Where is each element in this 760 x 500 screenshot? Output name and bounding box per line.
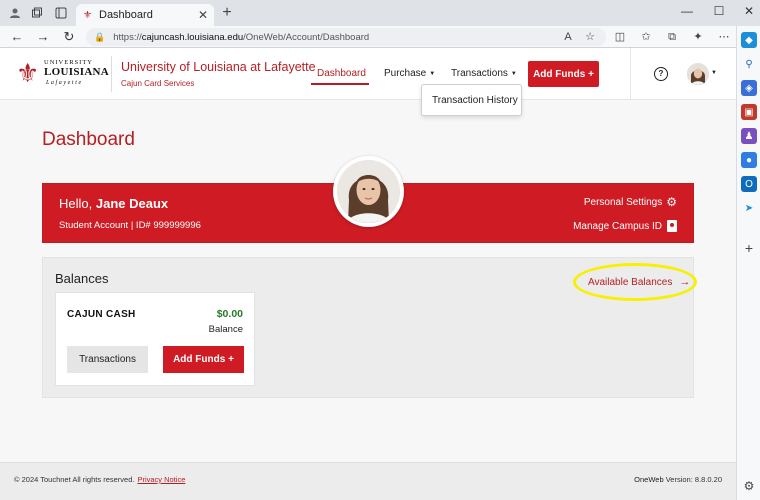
- ul-lafayette-logo[interactable]: ⚜ UNIVERSITY LOUISIANA Lafayette: [16, 58, 109, 90]
- menu-item-transaction-history[interactable]: Transaction History: [432, 95, 518, 106]
- tab-actions-icon[interactable]: [52, 4, 70, 22]
- version-text: Version: 8.8.0.20: [663, 475, 722, 484]
- close-tab-icon[interactable]: ✕: [198, 8, 208, 22]
- back-icon[interactable]: ←: [8, 28, 26, 46]
- nav-active-underline: [311, 83, 369, 85]
- browser-tab-bar: ⚜ Dashboard ✕ + — ☐ ✕: [0, 0, 760, 26]
- user-avatar[interactable]: [687, 63, 709, 85]
- personal-settings-link[interactable]: Personal Settings ⚙: [584, 195, 677, 209]
- nav-purchase-label: Purchase: [384, 68, 427, 79]
- profile-icon[interactable]: [6, 4, 24, 22]
- gear-icon: ⚙: [666, 195, 677, 209]
- browser-sidebar: ◆ ⚲ ◈ ▣ ♟ ● O ➤ + ⚙: [736, 26, 760, 500]
- id-badge-icon: [667, 220, 677, 232]
- header-add-funds-button[interactable]: Add Funds +: [528, 61, 599, 87]
- new-tab-icon[interactable]: +: [218, 4, 236, 22]
- microsoft365-icon[interactable]: ●: [741, 152, 757, 168]
- profile-photo: [333, 156, 404, 227]
- extensions-icon[interactable]: ✦: [690, 29, 706, 45]
- card-transactions-button[interactable]: Transactions: [67, 346, 148, 373]
- help-icon[interactable]: ?: [654, 67, 668, 81]
- card-add-funds-button[interactable]: Add Funds +: [163, 346, 244, 373]
- url-path: /OneWeb/Account/Dashboard: [243, 31, 370, 43]
- url-host: cajuncash.louisiana.edu: [141, 31, 244, 43]
- logo-university-text: UNIVERSITY: [44, 59, 93, 66]
- url-field[interactable]: 🔒 https://cajuncash.louisiana.edu/OneWeb…: [86, 28, 606, 46]
- read-aloud-icon[interactable]: A: [560, 29, 576, 45]
- search-icon[interactable]: ⚲: [741, 56, 757, 72]
- site-title: University of Louisiana at Lafayette: [121, 60, 316, 74]
- logo-louisiana-text: LOUISIANA: [44, 66, 110, 78]
- balances-panel: Balances Available Balances → CAJUN CASH…: [42, 257, 697, 398]
- privacy-notice-link[interactable]: Privacy Notice: [137, 475, 185, 484]
- page-footer: © 2024 Touchnet All rights reserved. Priv…: [0, 462, 736, 500]
- workspaces-icon[interactable]: [28, 4, 46, 22]
- close-window-icon[interactable]: ✕: [734, 2, 760, 20]
- manage-campus-id-link[interactable]: Manage Campus ID: [573, 220, 677, 232]
- add-sidebar-app-icon[interactable]: +: [741, 240, 757, 256]
- nav-dashboard[interactable]: Dashboard: [317, 68, 366, 79]
- forward-icon[interactable]: →: [34, 28, 52, 46]
- site-header: ⚜ UNIVERSITY LOUISIANA Lafayette Univers…: [0, 48, 736, 100]
- header-divider: [630, 48, 631, 100]
- user-menu-caret-icon[interactable]: ▼: [711, 70, 717, 76]
- url-prefix: https://: [113, 31, 142, 43]
- minimize-icon[interactable]: —: [672, 2, 702, 20]
- greeting-prefix: Hello,: [59, 196, 96, 211]
- ul-favicon-icon: ⚜: [83, 9, 92, 21]
- menu-dots-icon[interactable]: ⋯: [716, 29, 732, 45]
- split-screen-icon[interactable]: ◫: [612, 29, 628, 45]
- games-icon[interactable]: ♟: [741, 128, 757, 144]
- footer-copyright: © 2024 Touchnet All rights reserved. Priv…: [14, 475, 185, 484]
- copilot-icon[interactable]: ◆: [741, 32, 757, 48]
- logo-lafayette-text: Lafayette: [46, 80, 83, 86]
- arrow-right-icon: →: [679, 276, 691, 288]
- sidebar-settings-gear-icon[interactable]: ⚙: [741, 478, 757, 494]
- user-portrait-icon: [687, 63, 709, 85]
- caret-down-icon: ▼: [429, 71, 436, 77]
- maximize-icon[interactable]: ☐: [704, 2, 734, 20]
- refresh-icon[interactable]: ↻: [60, 28, 78, 46]
- available-balances-label: Available Balances: [588, 276, 673, 288]
- version-brand: OneWeb: [634, 475, 664, 484]
- available-balances-link[interactable]: Available Balances →: [588, 276, 690, 288]
- tools-icon[interactable]: ▣: [741, 104, 757, 120]
- balance-amount: $0.00: [216, 308, 243, 320]
- transactions-dropdown-menu: Transaction History: [421, 84, 522, 116]
- nav-transactions[interactable]: Transactions ▼: [451, 68, 517, 79]
- page-title: Dashboard: [42, 129, 135, 150]
- fleur-de-lis-icon: ⚜: [16, 58, 40, 88]
- personal-settings-label: Personal Settings: [583, 196, 663, 208]
- page-viewport: ⚜ UNIVERSITY LOUISIANA Lafayette Univers…: [0, 48, 736, 500]
- balances-title: Balances: [55, 271, 109, 286]
- manage-campus-id-label: Manage Campus ID: [573, 220, 662, 232]
- user-name: Jane Deaux: [95, 196, 169, 211]
- profile-portrait-icon: [337, 160, 400, 223]
- account-id-line: Student Account | ID# 999999996: [59, 220, 201, 231]
- greeting: Hello, Jane Deaux: [59, 196, 168, 211]
- tab-title: Dashboard: [99, 9, 153, 21]
- tab-dashboard[interactable]: ⚜ Dashboard ✕: [76, 4, 214, 26]
- footer-version: OneWeb Version: 8.8.0.20: [634, 475, 722, 484]
- caret-down-icon: ▼: [510, 71, 517, 77]
- balance-label: Balance: [208, 324, 243, 335]
- nav-transactions-label: Transactions: [451, 68, 508, 79]
- drop-icon[interactable]: ➤: [741, 200, 757, 216]
- collections-icon[interactable]: ⧉: [664, 29, 680, 45]
- site-subtitle: Cajun Card Services: [121, 79, 195, 88]
- shopping-tag-icon[interactable]: ◈: [741, 80, 757, 96]
- copyright-text: © 2024 Touchnet All rights reserved.: [14, 475, 135, 484]
- outlook-icon[interactable]: O: [741, 176, 757, 192]
- balance-card-name: CAJUN CASH: [67, 309, 136, 320]
- favorites-icon[interactable]: ✩: [638, 29, 654, 45]
- favorite-star-icon[interactable]: ☆: [582, 29, 598, 45]
- brand-divider: [111, 56, 112, 92]
- lock-icon: 🔒: [94, 31, 106, 42]
- nav-purchase[interactable]: Purchase ▼: [384, 68, 435, 79]
- address-toolbar: ← → ↻ 🔒 https://cajuncash.louisiana.edu /…: [0, 26, 760, 48]
- balance-card-cajun-cash: CAJUN CASH $0.00 Balance Transactions Ad…: [55, 292, 255, 386]
